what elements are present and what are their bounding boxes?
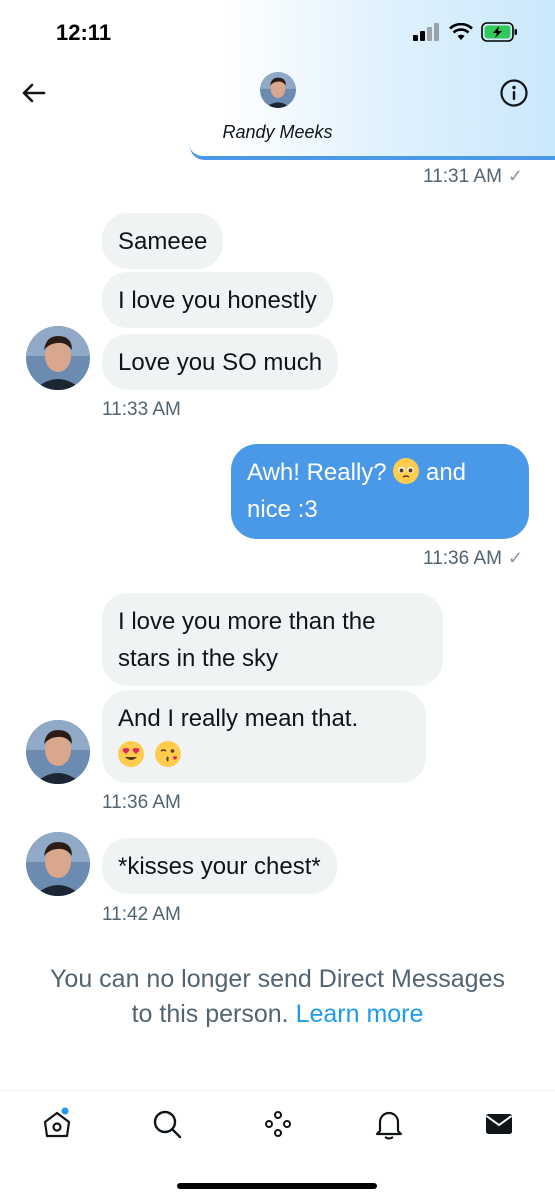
spaces-icon[interactable]	[261, 1107, 295, 1141]
incoming-message-bubble[interactable]: I love you more than the stars in the sk…	[102, 593, 443, 686]
search-icon[interactable]	[150, 1107, 184, 1141]
incoming-message-bubble[interactable]: Love you SO much	[102, 334, 339, 390]
pleading-face-emoji-icon	[393, 458, 420, 484]
info-icon[interactable]	[499, 78, 529, 108]
message-timestamp: 11:36 AM	[102, 792, 181, 813]
status-icons	[413, 22, 519, 42]
home-indicator[interactable]	[177, 1183, 377, 1189]
sent-check-icon: ✓	[507, 548, 523, 568]
sender-avatar[interactable]	[26, 720, 90, 784]
message-timestamp: 11:36 AM ✓	[423, 548, 523, 569]
learn-more-link[interactable]: Learn more	[296, 1000, 424, 1028]
dm-disabled-notice: You can no longer send Direct Messages t…	[50, 965, 505, 1028]
kissing-face-emoji-icon	[154, 741, 181, 767]
message-timestamp: 11:31 AM ✓	[423, 166, 523, 187]
sender-avatar[interactable]	[26, 832, 90, 896]
incoming-message-bubble[interactable]: *kisses your chest*	[102, 838, 337, 894]
message-timestamp: 11:42 AM	[102, 904, 181, 925]
status-time: 12:11	[56, 20, 112, 45]
signal-icon	[413, 23, 439, 41]
incoming-message-bubble[interactable]: And I really mean that.	[102, 690, 426, 783]
wifi-icon	[449, 23, 473, 40]
back-arrow-icon[interactable]	[18, 78, 48, 108]
outgoing-message-bubble[interactable]: Awh! Really? and nice :3	[231, 444, 529, 539]
contact-avatar[interactable]	[260, 72, 296, 108]
sender-avatar[interactable]	[26, 326, 90, 390]
status-bar: 12:11	[0, 0, 555, 60]
incoming-message-bubble[interactable]: I love you honestly	[102, 272, 333, 328]
home-icon[interactable]	[40, 1107, 74, 1141]
sent-check-icon: ✓	[507, 166, 523, 186]
heart-eyes-emoji-icon	[118, 741, 144, 767]
previous-message-bubble[interactable]	[190, 140, 555, 160]
notifications-icon[interactable]	[372, 1107, 406, 1141]
incoming-message-bubble[interactable]: Sameee	[102, 213, 224, 269]
battery-icon	[481, 22, 517, 42]
message-timestamp: 11:33 AM	[102, 399, 181, 420]
messages-icon[interactable]	[482, 1107, 516, 1141]
